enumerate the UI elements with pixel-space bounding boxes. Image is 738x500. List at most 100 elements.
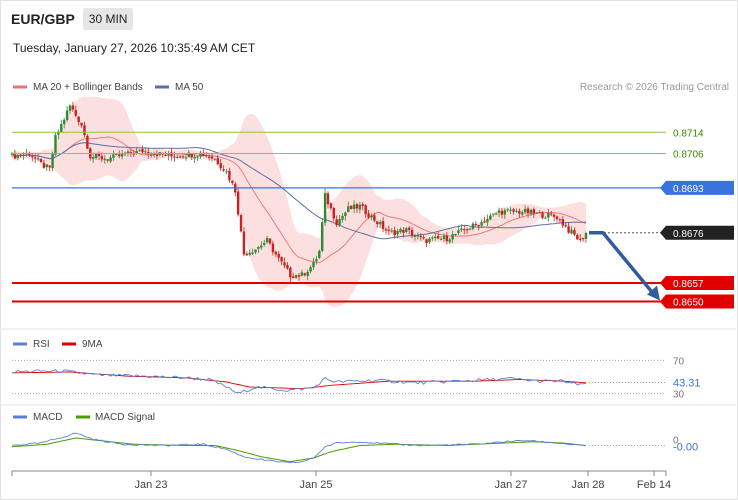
candle-body bbox=[465, 229, 469, 231]
candle-body bbox=[442, 235, 446, 239]
candle-body bbox=[489, 215, 492, 220]
candle-body bbox=[36, 158, 40, 160]
candle-body bbox=[265, 238, 269, 243]
candle-body bbox=[103, 158, 106, 161]
candle-body bbox=[584, 233, 588, 239]
candle-body bbox=[207, 156, 211, 158]
resistance-level-label: 0.8714 bbox=[673, 128, 704, 139]
candle-body bbox=[358, 204, 362, 210]
candle-body bbox=[431, 237, 434, 239]
candle-body bbox=[329, 203, 333, 209]
candle-body bbox=[494, 213, 498, 215]
candle-body bbox=[309, 267, 312, 272]
candle-body bbox=[181, 156, 185, 158]
candle-body bbox=[115, 154, 118, 156]
candle-body bbox=[361, 204, 364, 206]
candle-body bbox=[297, 275, 301, 277]
candle-body bbox=[91, 157, 95, 159]
candle-body bbox=[463, 229, 466, 231]
candle-body bbox=[228, 170, 231, 181]
macd-signal-line bbox=[11, 437, 587, 463]
candle-body bbox=[370, 215, 373, 218]
time-axis-label: Jan 23 bbox=[134, 479, 167, 491]
time-axis-label: Jan 28 bbox=[571, 479, 604, 491]
candle-body bbox=[355, 204, 359, 209]
candle-body bbox=[216, 158, 220, 165]
candle-body bbox=[149, 154, 153, 156]
candle-body bbox=[112, 154, 115, 158]
candle-body bbox=[416, 235, 420, 237]
candle-body bbox=[277, 253, 280, 258]
candle-body bbox=[506, 209, 509, 211]
rsi-ma-legend-label: 9MA bbox=[82, 339, 103, 350]
rsi-tick-label: 70 bbox=[673, 356, 685, 367]
candle-body bbox=[60, 123, 63, 133]
candle-body bbox=[471, 223, 475, 229]
candle-body bbox=[573, 230, 576, 235]
candle-body bbox=[300, 272, 304, 276]
candle-body bbox=[335, 219, 338, 226]
candle-body bbox=[436, 236, 440, 239]
candle-body bbox=[486, 218, 489, 223]
candle-body bbox=[109, 157, 112, 162]
candle-body bbox=[460, 228, 463, 231]
rsi-tick-label: 30 bbox=[673, 390, 685, 401]
candle-body bbox=[51, 153, 54, 169]
candle-body bbox=[515, 210, 518, 212]
candle-body bbox=[576, 234, 579, 240]
candle-body bbox=[120, 153, 124, 157]
candle-body bbox=[19, 154, 22, 156]
candle-body bbox=[193, 156, 196, 159]
last-price-label: 0.8676 bbox=[673, 229, 704, 240]
pivot-level-label: 0.8693 bbox=[673, 184, 704, 195]
candle-body bbox=[384, 229, 388, 231]
candle-body bbox=[33, 157, 37, 159]
candle-body bbox=[292, 276, 295, 278]
candle-body bbox=[280, 256, 283, 262]
candle-body bbox=[210, 156, 214, 159]
chart-svg: MA 20 + Bollinger Bands MA 50 Research © 2… bbox=[0, 82, 736, 491]
candle-body bbox=[535, 212, 538, 214]
candle-body bbox=[13, 154, 17, 159]
candle-body bbox=[286, 265, 289, 269]
candle-body bbox=[242, 231, 246, 255]
candle-body bbox=[254, 249, 257, 253]
candle-body bbox=[483, 221, 486, 223]
candle-body bbox=[164, 154, 167, 156]
candle-body bbox=[176, 156, 179, 158]
candle-body bbox=[373, 215, 376, 221]
forecast-arrow-line bbox=[589, 231, 656, 296]
copyright-label: Research © 2026 Trading Central bbox=[580, 82, 729, 93]
candle-body bbox=[405, 228, 408, 232]
candle-body bbox=[138, 149, 141, 151]
candle-body bbox=[428, 238, 431, 243]
candle-body bbox=[526, 208, 530, 214]
candle-body bbox=[71, 105, 75, 110]
candle-body bbox=[248, 252, 251, 255]
candle-body bbox=[364, 205, 367, 215]
candle-body bbox=[86, 135, 89, 149]
candle-body bbox=[393, 230, 396, 235]
candle-body bbox=[303, 273, 306, 276]
candle-body bbox=[106, 159, 109, 161]
candle-body bbox=[118, 154, 121, 157]
candle-body bbox=[178, 156, 182, 158]
candle-body bbox=[45, 164, 48, 168]
candle-body bbox=[541, 212, 544, 218]
candle-body bbox=[570, 229, 573, 234]
candle-body bbox=[152, 154, 156, 156]
ma50-legend-label: MA 50 bbox=[175, 82, 204, 93]
candle-body bbox=[477, 225, 480, 227]
candle-body bbox=[468, 228, 472, 230]
candle-body bbox=[419, 236, 422, 238]
resistance-level-label: 0.8706 bbox=[673, 149, 704, 160]
candle-body bbox=[144, 151, 147, 153]
candle-body bbox=[173, 156, 176, 158]
candle-body bbox=[503, 210, 507, 215]
candle-body bbox=[544, 217, 547, 219]
time-axis-label: Jan 27 bbox=[494, 479, 527, 491]
candle-body bbox=[289, 267, 292, 278]
candle-body bbox=[294, 275, 298, 278]
candle-body bbox=[407, 227, 411, 230]
candle-body bbox=[257, 246, 260, 249]
